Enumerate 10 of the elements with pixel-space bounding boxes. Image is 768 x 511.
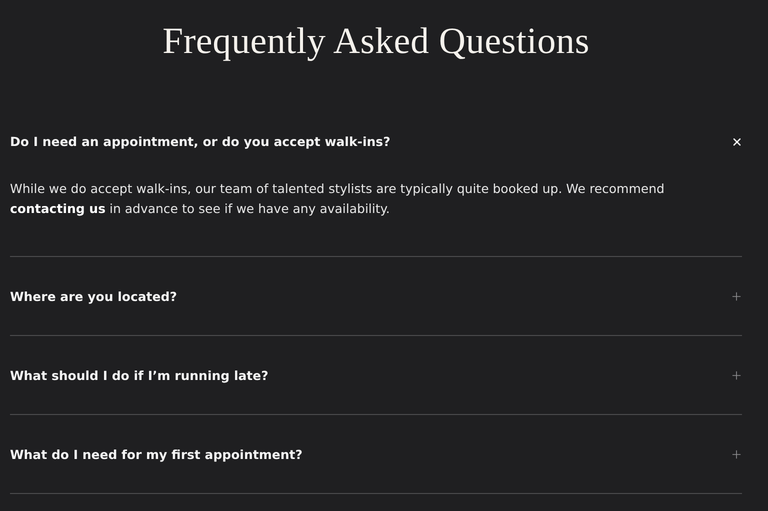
page-title: Frequently Asked Questions [161, 20, 591, 64]
plus-icon[interactable] [730, 448, 743, 461]
close-icon[interactable] [731, 136, 743, 148]
plus-icon[interactable] [730, 369, 743, 382]
faq-question[interactable]: Do I need an appointment, or do you accept walk-ins? [10, 132, 390, 151]
faq-question[interactable]: Where are you located? [10, 287, 177, 306]
faq-question[interactable]: What do I need for my first appointment? [10, 445, 302, 464]
plus-icon[interactable] [730, 290, 743, 303]
faq-answer: While we do accept walk-ins, our team of talented stylists are typically quite booked up. We recommend contacting us in advance to see if we have any availability. [10, 180, 666, 218]
faq-question[interactable]: What should I do if I’m running late? [10, 366, 268, 385]
